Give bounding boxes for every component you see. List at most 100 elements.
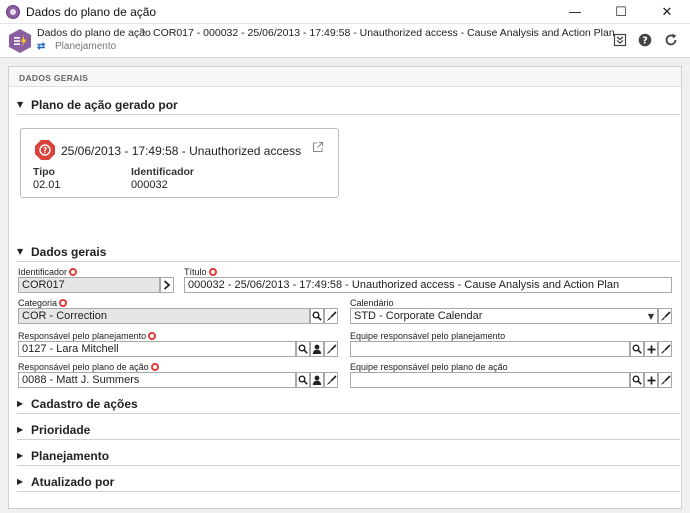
planning-owner-clear-button[interactable] bbox=[324, 341, 338, 357]
action-plan-team-field[interactable] bbox=[350, 372, 630, 388]
eraser-icon bbox=[660, 374, 671, 385]
plus-icon bbox=[647, 376, 655, 384]
collapsed-triangle-icon: ▶ bbox=[17, 425, 24, 434]
origin-card[interactable]: ? 25/06/2013 - 17:49:58 - Unauthorized a… bbox=[20, 128, 339, 198]
search-icon bbox=[632, 375, 642, 385]
identifier-label: Identificador bbox=[18, 267, 78, 277]
section-updated-by[interactable]: ▶ Atualizado por bbox=[17, 474, 680, 492]
origin-id-label: Identificador bbox=[131, 166, 195, 178]
eraser-icon bbox=[660, 343, 671, 354]
breadcrumb-root[interactable]: Dados do plano de ação bbox=[37, 27, 151, 39]
collapse-all-button[interactable] bbox=[612, 32, 628, 48]
breadcrumb-record-title: COR017 - 000032 - 25/06/2013 - 17:49:58 … bbox=[153, 27, 615, 39]
title-label: Título bbox=[184, 267, 217, 277]
section-general[interactable]: ▼ Dados gerais bbox=[17, 244, 680, 262]
record-header: Dados do plano de ação › COR017 - 000032… bbox=[0, 24, 690, 58]
maximize-button[interactable]: ☐ bbox=[598, 0, 644, 24]
section-actions-label: Cadastro de ações bbox=[31, 397, 138, 411]
origin-type-value: 02.01 bbox=[33, 179, 61, 191]
planning-owner-field[interactable]: 0127 - Lara Mitchell bbox=[18, 341, 296, 357]
expanded-triangle-icon: ▼ bbox=[17, 247, 24, 256]
identifier-next-button[interactable] bbox=[160, 277, 174, 293]
chevron-down-icon: ▼ bbox=[647, 312, 654, 321]
help-icon: ? bbox=[638, 33, 652, 47]
eraser-icon bbox=[326, 310, 337, 321]
action-plan-team-add-button[interactable] bbox=[644, 372, 658, 388]
search-icon bbox=[312, 311, 322, 321]
collapsed-triangle-icon: ▶ bbox=[17, 451, 24, 460]
required-icon bbox=[208, 268, 217, 276]
required-icon bbox=[150, 363, 159, 371]
section-priority[interactable]: ▶ Prioridade bbox=[17, 422, 680, 440]
required-icon bbox=[69, 268, 78, 276]
section-planning[interactable]: ▶ Planejamento bbox=[17, 448, 680, 466]
origin-card-title: 25/06/2013 - 17:49:58 - Unauthorized acc… bbox=[61, 144, 302, 158]
content-area: DADOS GERAIS ▼ Plano de ação gerado por … bbox=[0, 58, 690, 513]
action-plan-owner-search-button[interactable] bbox=[296, 372, 310, 388]
action-plan-team-label: Equipe responsável pelo plano de ação bbox=[350, 362, 508, 372]
minimize-button[interactable]: — bbox=[552, 0, 598, 24]
origin-type-label: Tipo bbox=[33, 166, 55, 178]
action-plan-owner-field[interactable]: 0088 - Matt J. Summers bbox=[18, 372, 296, 388]
category-label: Categoria bbox=[18, 298, 68, 308]
panel-header: DADOS GERAIS bbox=[9, 67, 681, 87]
collapse-icon bbox=[613, 33, 627, 47]
required-icon bbox=[59, 299, 68, 307]
user-icon bbox=[312, 375, 322, 385]
calendar-select[interactable]: STD - Corporate Calendar ▼ bbox=[350, 308, 658, 324]
planning-team-search-button[interactable] bbox=[630, 341, 644, 357]
category-field[interactable]: COR - Correction bbox=[18, 308, 310, 324]
chevron-right-icon bbox=[163, 280, 171, 290]
app-icon bbox=[6, 5, 20, 19]
window-titlebar: Dados do plano de ação — ☐ ✕ bbox=[0, 0, 690, 24]
status-label: Planejamento bbox=[55, 41, 117, 52]
search-icon bbox=[298, 344, 308, 354]
section-origin-label: Plano de ação gerado por bbox=[31, 98, 178, 112]
origin-id-value: 000032 bbox=[131, 179, 168, 191]
eraser-icon bbox=[660, 310, 671, 321]
section-origin[interactable]: ▼ Plano de ação gerado por bbox=[17, 97, 680, 115]
action-plan-hexagon-icon bbox=[9, 29, 31, 53]
title-field[interactable]: 000032 - 25/06/2013 - 17:49:58 - Unautho… bbox=[184, 277, 672, 293]
section-planning-label: Planejamento bbox=[31, 449, 110, 463]
eraser-icon bbox=[326, 343, 337, 354]
plus-icon bbox=[647, 345, 655, 353]
close-button[interactable]: ✕ bbox=[644, 0, 690, 24]
section-actions[interactable]: ▶ Cadastro de ações bbox=[17, 396, 680, 414]
eraser-icon bbox=[326, 374, 337, 385]
window-title: Dados do plano de ação bbox=[26, 5, 157, 19]
category-search-button[interactable] bbox=[310, 308, 324, 324]
search-icon bbox=[298, 375, 308, 385]
breadcrumb-separator: › bbox=[142, 26, 146, 38]
planning-owner-label: Responsável pelo planejamento bbox=[18, 331, 157, 341]
section-updated-by-label: Atualizado por bbox=[31, 475, 115, 489]
collapsed-triangle-icon: ▶ bbox=[17, 399, 24, 408]
action-plan-owner-clear-button[interactable] bbox=[324, 372, 338, 388]
planning-team-clear-button[interactable] bbox=[658, 341, 672, 357]
collapsed-triangle-icon: ▶ bbox=[17, 477, 24, 486]
planning-owner-user-button[interactable] bbox=[310, 341, 324, 357]
external-link-icon[interactable] bbox=[312, 141, 324, 153]
svg-text:?: ? bbox=[642, 35, 648, 46]
action-plan-team-clear-button[interactable] bbox=[658, 372, 672, 388]
general-data-panel: DADOS GERAIS ▼ Plano de ação gerado por … bbox=[8, 66, 682, 509]
section-general-label: Dados gerais bbox=[31, 245, 107, 259]
identifier-field[interactable]: COR017 bbox=[18, 277, 160, 293]
search-icon bbox=[632, 344, 642, 354]
calendar-clear-button[interactable] bbox=[658, 308, 672, 324]
category-clear-button[interactable] bbox=[324, 308, 338, 324]
calendar-select-value: STD - Corporate Calendar bbox=[354, 310, 483, 322]
calendar-label: Calendário bbox=[350, 298, 394, 308]
section-priority-label: Prioridade bbox=[31, 423, 91, 437]
planning-team-add-button[interactable] bbox=[644, 341, 658, 357]
planning-owner-search-button[interactable] bbox=[296, 341, 310, 357]
incident-octagon-icon: ? bbox=[35, 140, 55, 160]
planning-team-field[interactable] bbox=[350, 341, 630, 357]
refresh-button[interactable] bbox=[663, 32, 679, 48]
required-icon bbox=[148, 332, 157, 340]
svg-text:?: ? bbox=[43, 146, 47, 155]
help-button[interactable]: ? bbox=[637, 32, 653, 48]
refresh-icon bbox=[665, 33, 677, 46]
action-plan-team-search-button[interactable] bbox=[630, 372, 644, 388]
action-plan-owner-user-button[interactable] bbox=[310, 372, 324, 388]
